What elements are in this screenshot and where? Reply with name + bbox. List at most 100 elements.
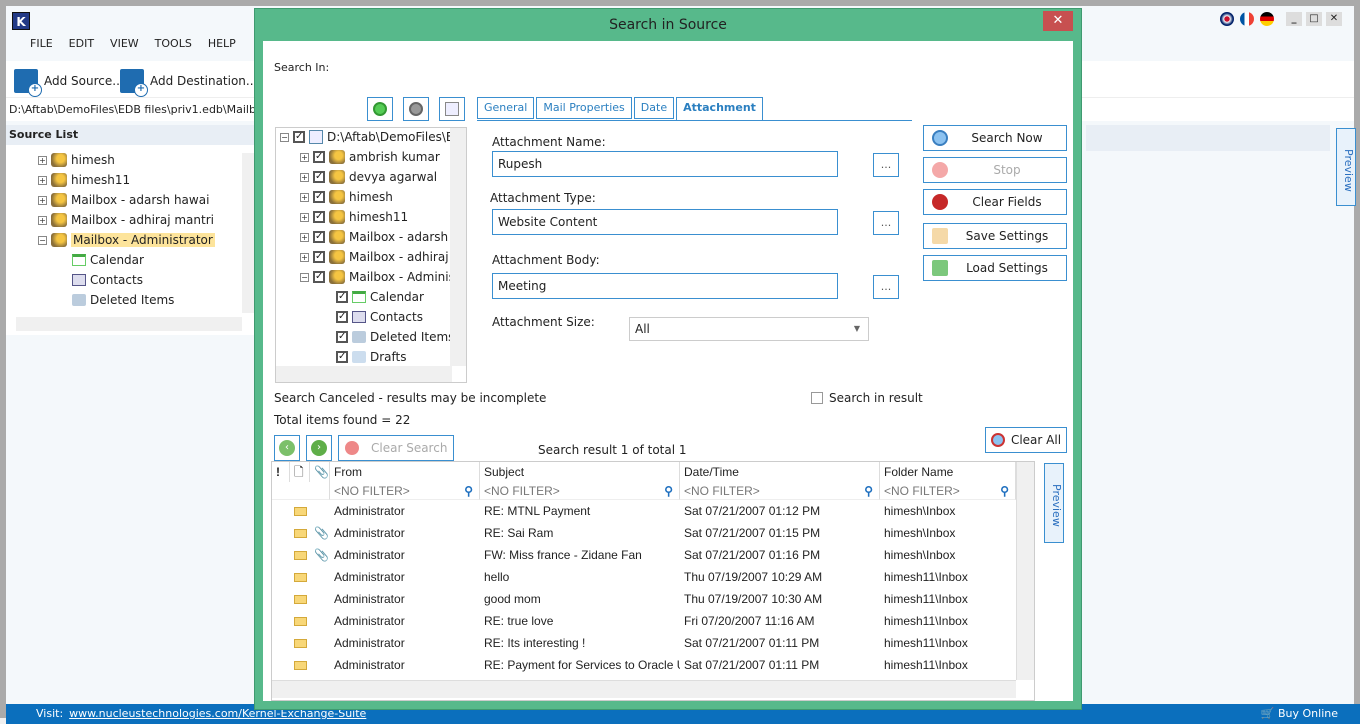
col-datetime[interactable]: Date/Time bbox=[680, 462, 880, 482]
checkbox[interactable]: ✓ bbox=[336, 311, 348, 323]
attachment-name-input[interactable]: Rupesh bbox=[492, 151, 838, 177]
checkbox[interactable]: ✓ bbox=[313, 151, 325, 163]
col-folder[interactable]: Folder Name bbox=[880, 462, 1016, 482]
attachment-body-input[interactable]: Meeting bbox=[492, 273, 838, 299]
dialog-close-button[interactable]: ✕ bbox=[1043, 11, 1073, 31]
tree-item[interactable]: + himesh bbox=[38, 153, 115, 167]
tree-vertical-scrollbar[interactable] bbox=[450, 128, 466, 366]
collapse-icon[interactable]: − bbox=[38, 235, 47, 245]
tree-item[interactable]: + Mailbox - adarsh hawai bbox=[38, 193, 209, 207]
tree-item[interactable]: Contacts bbox=[72, 273, 143, 287]
checkbox[interactable]: ✓ bbox=[336, 351, 348, 363]
filter-search-icon[interactable]: ⚲ bbox=[864, 482, 873, 500]
dialog-preview-tab[interactable]: Preview bbox=[1044, 463, 1064, 543]
select-all-button[interactable] bbox=[367, 97, 393, 121]
checkbox[interactable]: ✓ bbox=[313, 251, 325, 263]
expand-icon[interactable]: + bbox=[38, 215, 47, 225]
attachment-size-select[interactable]: All ▼ bbox=[629, 317, 869, 341]
col-attachment-icon[interactable]: 📎 bbox=[310, 462, 330, 482]
tab-general[interactable]: General bbox=[477, 97, 535, 119]
tree-item[interactable]: + ✓ himesh11 bbox=[300, 210, 408, 224]
maximize-button[interactable]: □ bbox=[1306, 12, 1322, 26]
tree-item[interactable]: + ✓ ambrish kumar bbox=[300, 150, 440, 164]
col-from[interactable]: From bbox=[330, 462, 480, 482]
table-row[interactable]: Administrator RE: MTNL Payment Sat 07/21/2… bbox=[272, 500, 1016, 522]
filter-search-icon[interactable]: ⚲ bbox=[1000, 482, 1009, 500]
tree-item[interactable]: − ✓ Mailbox - Adminis bbox=[300, 270, 455, 284]
checkbox[interactable]: ✓ bbox=[313, 191, 325, 203]
search-in-result-checkbox[interactable] bbox=[811, 392, 823, 404]
list-button[interactable] bbox=[439, 97, 465, 121]
tree-item[interactable]: ✓ Deleted Items bbox=[336, 330, 454, 344]
attachment-name-browse-button[interactable]: ... bbox=[873, 153, 899, 177]
deselect-all-button[interactable] bbox=[403, 97, 429, 121]
tree-item[interactable]: Deleted Items bbox=[72, 293, 174, 307]
save-settings-button[interactable]: Save Settings bbox=[923, 223, 1067, 249]
grid-vertical-scrollbar[interactable] bbox=[1016, 462, 1034, 680]
filter-search-icon[interactable]: ⚲ bbox=[664, 482, 673, 500]
checkbox[interactable]: ✓ bbox=[313, 171, 325, 183]
tree-item[interactable]: + ✓ himesh bbox=[300, 190, 393, 204]
add-destination-button[interactable]: Add Destination... bbox=[120, 69, 257, 97]
checkbox[interactable]: ✓ bbox=[336, 331, 348, 343]
stop-button[interactable]: Stop bbox=[923, 157, 1067, 183]
tab-mail-properties[interactable]: Mail Properties bbox=[536, 97, 632, 119]
tree-item[interactable]: + ✓ Mailbox - adarsh l bbox=[300, 230, 455, 244]
next-result-button[interactable]: › bbox=[306, 435, 332, 461]
expand-icon[interactable]: + bbox=[300, 152, 309, 162]
minimize-button[interactable]: _ bbox=[1286, 12, 1302, 26]
expand-icon[interactable]: + bbox=[300, 212, 309, 222]
tree-item[interactable]: ✓ Contacts bbox=[336, 310, 423, 324]
table-row[interactable]: 📎 Administrator FW: Miss france - Zidane F… bbox=[272, 544, 1016, 566]
expand-icon[interactable]: + bbox=[300, 172, 309, 182]
menu-file[interactable]: FILE bbox=[22, 36, 61, 52]
flag-uk-icon[interactable] bbox=[1220, 12, 1234, 26]
tree-item[interactable]: + Mailbox - adhiraj mantri bbox=[38, 213, 214, 227]
menu-edit[interactable]: EDIT bbox=[61, 36, 102, 52]
close-window-button[interactable]: ✕ bbox=[1326, 12, 1342, 26]
checkbox[interactable]: ✓ bbox=[293, 131, 305, 143]
tree-item[interactable]: + ✓ Mailbox - adhiraj r bbox=[300, 250, 457, 264]
tab-date[interactable]: Date bbox=[633, 97, 675, 119]
col-type-icon[interactable]: 🗋 bbox=[290, 462, 310, 482]
load-settings-button[interactable]: Load Settings bbox=[923, 255, 1067, 281]
flag-germany-icon[interactable] bbox=[1260, 12, 1274, 26]
preview-tab[interactable]: Preview bbox=[1336, 128, 1356, 206]
attachment-type-browse-button[interactable]: ... bbox=[873, 211, 899, 235]
expand-icon[interactable]: + bbox=[300, 192, 309, 202]
table-row[interactable]: Administrator RE: Its interesting ! Sat 07… bbox=[272, 632, 1016, 654]
attachment-type-input[interactable]: Website Content bbox=[492, 209, 838, 235]
attachment-body-browse-button[interactable]: ... bbox=[873, 275, 899, 299]
tree-root[interactable]: − ✓ D:\Aftab\DemoFiles\E bbox=[280, 130, 453, 144]
menu-view[interactable]: VIEW bbox=[102, 36, 147, 52]
menu-tools[interactable]: TOOLS bbox=[147, 36, 200, 52]
expand-icon[interactable]: + bbox=[38, 175, 47, 185]
expand-icon[interactable]: + bbox=[300, 232, 309, 242]
collapse-icon[interactable]: − bbox=[300, 272, 309, 282]
clear-fields-button[interactable]: Clear Fields bbox=[923, 189, 1067, 215]
tree-item[interactable]: ✓ Drafts bbox=[336, 350, 407, 364]
table-row[interactable]: Administrator RE: Payment for Services to… bbox=[272, 654, 1016, 676]
search-now-button[interactable]: Search Now bbox=[923, 125, 1067, 151]
tree-item[interactable]: ✓ Calendar bbox=[336, 290, 424, 304]
filter-search-icon[interactable]: ⚲ bbox=[464, 482, 473, 500]
tree-item[interactable]: + himesh11 bbox=[38, 173, 130, 187]
filter-datetime[interactable]: <NO FILTER> ⚲ bbox=[680, 482, 880, 500]
clear-search-button[interactable]: Clear Search bbox=[338, 435, 454, 461]
menu-help[interactable]: HELP bbox=[200, 36, 244, 52]
previous-result-button[interactable]: ‹ bbox=[274, 435, 300, 461]
tree-horizontal-scrollbar[interactable] bbox=[276, 366, 452, 382]
checkbox[interactable]: ✓ bbox=[313, 231, 325, 243]
table-row[interactable]: Administrator good mom Thu 07/19/2007 10:3… bbox=[272, 588, 1016, 610]
tree-item-selected[interactable]: − Mailbox - Administrator bbox=[38, 233, 215, 247]
checkbox[interactable]: ✓ bbox=[313, 211, 325, 223]
expand-icon[interactable]: + bbox=[300, 252, 309, 262]
filter-from[interactable]: <NO FILTER> ⚲ bbox=[330, 482, 480, 500]
horizontal-scrollbar[interactable] bbox=[16, 317, 242, 331]
col-importance[interactable]: ! bbox=[272, 462, 290, 482]
collapse-icon[interactable]: − bbox=[280, 132, 289, 142]
expand-icon[interactable]: + bbox=[38, 195, 47, 205]
table-row[interactable]: 📎 Administrator RE: Sai Ram Sat 07/21/2007 … bbox=[272, 522, 1016, 544]
flag-france-icon[interactable] bbox=[1240, 12, 1254, 26]
tree-item[interactable]: Calendar bbox=[72, 253, 144, 267]
